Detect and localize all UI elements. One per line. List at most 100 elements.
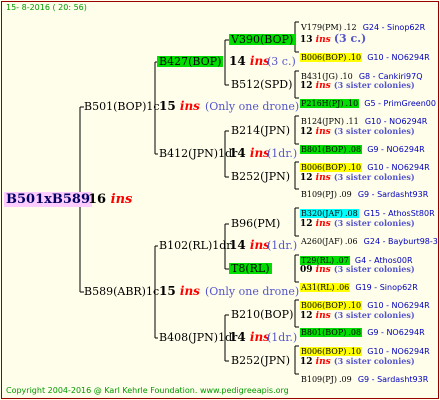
gen5-15-label: B006(BOP)	[300, 347, 348, 356]
gen5-11-label: T29(RL)	[300, 256, 336, 265]
gen5-9-year: .08	[343, 209, 359, 218]
gen4-node-6: T8(RL)	[229, 262, 272, 275]
gen5-1-year: .12	[343, 23, 357, 32]
gen5-8-year: .09	[338, 190, 352, 199]
gen3-1-generation: 14 ins	[229, 54, 270, 68]
gen5-leaf-11: T29(RL) .07 G4 - Athos00R	[300, 250, 413, 266]
gen4-7-note: (3 sister colonies)	[333, 310, 415, 320]
gen5-15-year: .10	[347, 347, 363, 356]
gen5-leaf-16: B109(PJ) .09 G9 - Sardasht93R	[300, 369, 428, 385]
gen5-4-year: .10	[344, 99, 360, 108]
gen5-1-label: V179(PM)	[301, 23, 342, 32]
gen5-10-year: .06	[344, 237, 358, 246]
gen4-3-note: (3 sister colonies)	[333, 126, 415, 136]
gen5-leaf-3: B431(JG) .10 G8 - Cankiri97Q	[300, 66, 423, 82]
gen2-lower-generation: 15 ins	[159, 284, 200, 298]
gen4-5-generation: 12 ins (3 sister colonies)	[300, 218, 415, 229]
gen5-9-code: G15 - AthosSt80R	[363, 209, 435, 218]
gen5-7-code: G10 - NO6294R	[367, 163, 430, 172]
gen3-3-note: (1dr.)	[267, 239, 298, 252]
gen5-4-label: P216H(PJ)	[300, 99, 345, 108]
gen4-5-note: (3 sister colonies)	[333, 218, 415, 228]
gen5-leaf-5: B124(JPN) .11 G10 - NO6294R	[300, 111, 427, 127]
gen4-node-8: B252(JPN)	[231, 354, 291, 367]
gen5-leaf-8: B109(PJ) .09 G9 - Sardasht93R	[300, 184, 428, 200]
gen3-node-1: B427(BOP)	[157, 55, 224, 68]
gen2-lower-note: (Only one drone)	[205, 285, 300, 298]
gen4-6-ins: ins	[315, 265, 331, 275]
gen5-16-label: B109(PJ)	[301, 375, 337, 384]
gen5-leaf-13: B006(BOP) .10 G10 - NO6294R	[300, 295, 430, 311]
gen5-leaf-14: B801(BOP) .08 G9 - NO6294R	[300, 322, 425, 338]
gen5-10-code: G24 - Bayburt98-3	[363, 237, 438, 246]
gen5-13-label: B006(BOP)	[300, 301, 348, 310]
gen5-5-label: B124(JPN)	[301, 117, 344, 126]
gen5-12-label: A31(RL)	[300, 283, 336, 292]
gen4-node-4: B252(JPN)	[231, 170, 291, 183]
gen5-3-label: B431(JG)	[301, 72, 338, 81]
gen4-2-ins: ins	[315, 81, 331, 91]
gen4-node-7: B210(BOP)	[231, 308, 294, 321]
gen5-16-code: G9 - Sardasht93R	[357, 375, 429, 384]
gen3-2-generation: 14 ins	[229, 146, 270, 160]
gen5-6-year: .08	[347, 145, 363, 154]
gen4-7-generation: 12 ins (3 sister colonies)	[300, 310, 415, 321]
gen2-lower-ins: ins	[179, 284, 200, 298]
gen4-node-3: B214(JPN)	[231, 124, 291, 137]
gen5-3-year: .10	[340, 72, 353, 81]
gen3-node-2: B412(JPN)1dr	[159, 147, 238, 160]
gen5-leaf-6: B801(BOP) .08 G9 - NO6294R	[300, 139, 425, 155]
gen5-5-code: G10 - NO6294R	[364, 117, 428, 126]
gen5-11-year: .07	[335, 256, 350, 265]
gen5-9-label: B320(JAF)	[300, 209, 344, 218]
gen5-leaf-2: B006(BOP) .10 G10 - NO6294R	[300, 47, 430, 63]
gen3-1-note: (3 c.)	[267, 55, 296, 68]
gen4-7-ins: ins	[315, 311, 331, 321]
gen5-leaf-7: B006(BOP) .10 G10 - NO6294R	[300, 157, 430, 173]
gen4-node-2: B512(SPD)	[231, 78, 293, 91]
gen5-14-year: .08	[347, 328, 363, 337]
root-generation: 16 ins	[88, 192, 133, 207]
gen2-node-lower: B589(ABR)1c	[84, 285, 160, 298]
gen3-node-4: B408(JPN)1dr	[159, 331, 238, 344]
gen5-10-label: A260(JAF)	[301, 237, 343, 246]
gen5-13-year: .10	[347, 301, 363, 310]
gen5-leaf-9: B320(JAF) .08 G15 - AthosSt80R	[300, 203, 435, 219]
gen5-6-label: B801(BOP)	[300, 145, 348, 154]
gen5-5-year: .11	[345, 117, 359, 126]
gen5-7-year: .10	[347, 163, 363, 172]
gen4-8-generation: 12 ins (3 sister colonies)	[300, 356, 415, 367]
gen5-4-code: G5 - PrimGreen00	[364, 99, 436, 108]
gen4-6-generation: 09 ins (3 sister colonies)	[300, 264, 415, 275]
gen2-upper-ins: ins	[179, 99, 200, 113]
gen3-node-3: B102(RL)1dr	[159, 239, 232, 252]
gen4-node-1: V390(BOP)	[229, 33, 296, 46]
gen5-6-code: G9 - NO6294R	[367, 145, 425, 154]
gen4-8-ins: ins	[315, 357, 331, 367]
gen4-4-note: (3 sister colonies)	[333, 172, 415, 182]
gen2-upper-generation: 15 ins	[159, 99, 200, 113]
gen4-4-ins: ins	[315, 173, 331, 183]
gen4-3-generation: 12 ins (3 sister colonies)	[300, 126, 415, 137]
gen4-5-ins: ins	[315, 219, 331, 229]
gen5-1-code: G24 - Sinop62R	[362, 23, 426, 32]
gen3-4-generation: 14 ins	[229, 330, 270, 344]
gen5-leaf-4: P216H(PJ) .10 G5 - PrimGreen00	[300, 93, 436, 109]
gen5-2-year: .10	[347, 53, 363, 62]
gen4-1-generation: 13 ins (3 c.)	[300, 32, 367, 45]
gen5-12-code: G19 - Sinop62R	[355, 283, 418, 292]
gen5-12-year: .06	[335, 283, 351, 292]
gen2-upper-note: (Only one drone)	[205, 100, 300, 113]
gen5-11-code: G4 - Athos00R	[354, 256, 413, 265]
gen5-15-code: G10 - NO6294R	[367, 347, 430, 356]
gen5-leaf-15: B006(BOP) .10 G10 - NO6294R	[300, 341, 430, 357]
gen5-13-code: G10 - NO6294R	[367, 301, 430, 310]
gen4-8-note: (3 sister colonies)	[333, 356, 415, 366]
gen5-3-code: G8 - Cankiri97Q	[358, 72, 423, 81]
gen5-2-code: G10 - NO6294R	[367, 53, 430, 62]
gen5-8-code: G9 - Sardasht93R	[357, 190, 429, 199]
gen3-2-note: (1dr.)	[267, 147, 298, 160]
gen5-14-code: G9 - NO6294R	[367, 328, 425, 337]
gen3-3-generation: 14 ins	[229, 238, 270, 252]
gen5-leaf-1: V179(PM) .12 G24 - Sinop62R	[300, 17, 425, 33]
